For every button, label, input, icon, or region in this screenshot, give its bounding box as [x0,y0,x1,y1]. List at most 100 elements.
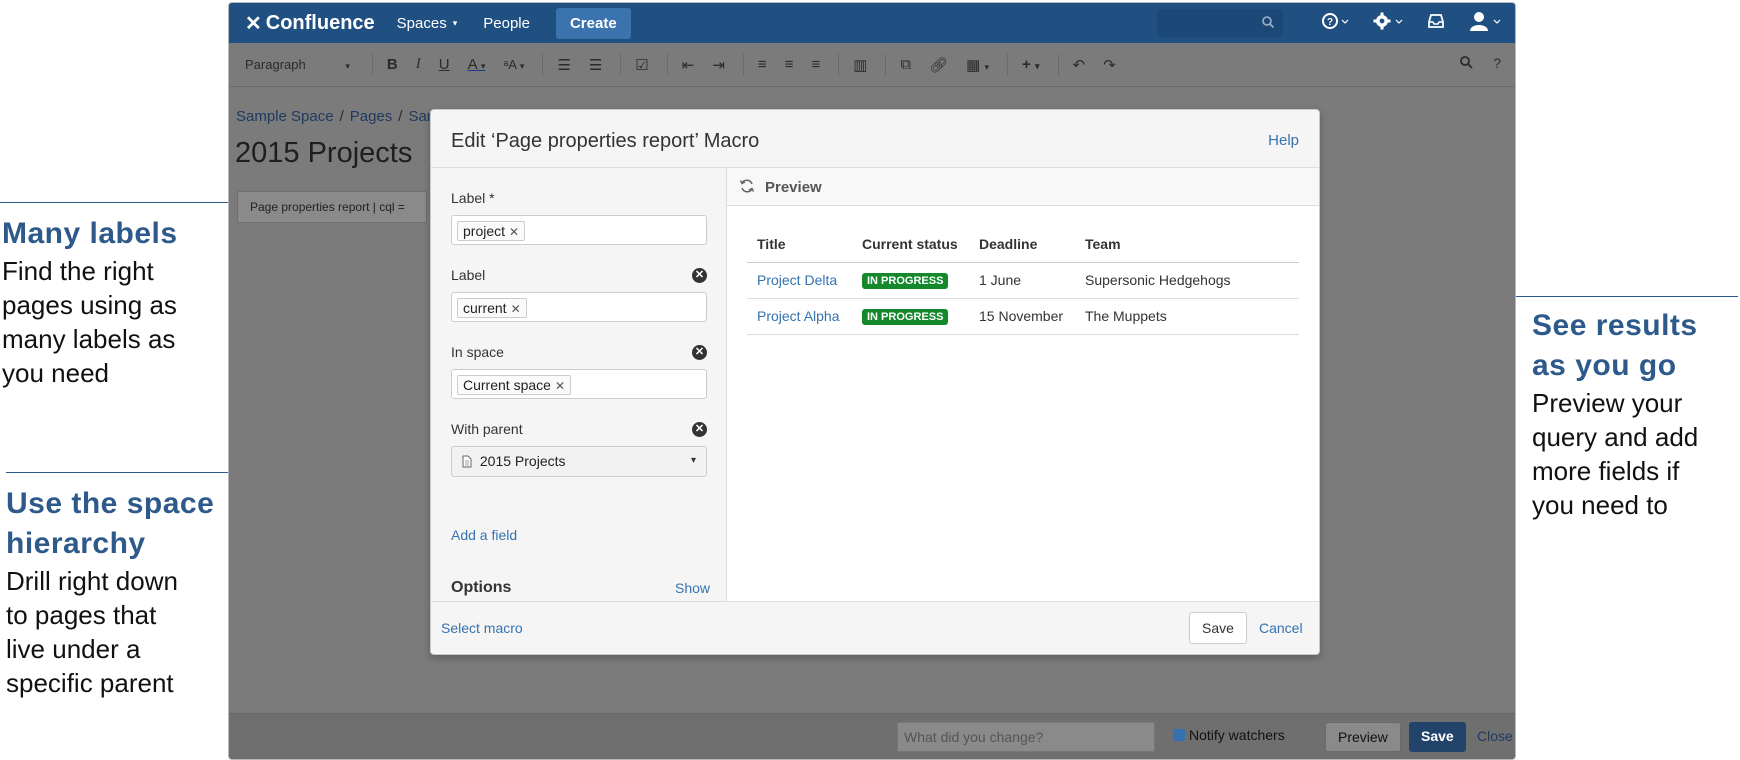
remove-field-icon[interactable]: ✕ [692,268,707,283]
editor-bottom-bar: What did you change? Notify watchers Pre… [229,713,1515,759]
save-page-button[interactable]: Save [1409,722,1466,752]
breadcrumb-item[interactable]: Pages [350,108,393,125]
field-label: In space ✕ [451,344,707,364]
annotation-results-body-2: query and add [1532,422,1699,452]
annotation-hierarchy-body-4: specific parent [6,668,174,698]
text-color-icon[interactable]: A ▾ [468,56,486,73]
nav-spaces[interactable]: Spaces ▾ [397,15,458,32]
breadcrumb-separator: / [339,108,344,125]
field-label: Label * [451,190,495,206]
user-avatar-icon[interactable] [1469,11,1501,36]
annotation-hierarchy-heading-1: Use the space [6,487,215,520]
annotation-labels-body-2: pages using as [2,290,177,320]
svg-text:?: ? [1327,17,1333,28]
annotation-results: See results as you go Preview your query… [1532,306,1698,522]
align-center-icon[interactable]: ≡ [785,56,794,73]
notify-watchers-checkbox[interactable]: Notify watchers [1173,727,1285,743]
link-icon[interactable]: 🔗︎ [929,56,948,74]
search-icon [1261,15,1275,34]
find-replace-icon[interactable] [1459,55,1473,72]
add-field-link[interactable]: Add a field [451,527,517,543]
macro-placeholder[interactable]: Page properties report | cql = [237,191,427,223]
breadcrumb-item[interactable]: Sample Space [236,108,334,125]
annotation-labels: Many labels Find the right pages using a… [2,214,178,390]
gear-icon[interactable] [1373,12,1403,35]
table-row: Project Delta IN PROGRESS 1 June Superso… [747,262,1299,299]
annotation-labels-heading: Many labels [2,217,178,250]
remove-tag-icon[interactable]: ✕ [511,302,521,316]
parent-page-select[interactable]: 2015 Projects ▾ [451,446,707,477]
indent-icon[interactable]: ⇥ [712,56,725,74]
annotation-results-heading-1: See results [1532,309,1698,342]
remove-field-icon[interactable]: ✕ [692,422,707,437]
table-icon[interactable]: ▦ ▾ [966,56,989,74]
help-icon[interactable]: ? [1321,12,1349,35]
label-input[interactable]: project ✕ [451,215,707,245]
search-input[interactable] [1157,9,1283,37]
status-badge: IN PROGRESS [862,273,949,289]
change-comment-input[interactable]: What did you change? [897,722,1155,752]
field-label: Label ✕ [451,267,707,287]
more-formatting-icon[interactable]: ᵃA ▾ [503,57,524,72]
page-layout-icon[interactable]: ▥ [853,56,867,74]
preview-header: Preview [727,168,1319,206]
paragraph-style-select[interactable]: Paragraph ▾ [245,57,350,72]
create-button[interactable]: Create [555,7,631,39]
numbered-list-icon[interactable]: ☰ [589,56,602,74]
preview-button[interactable]: Preview [1325,722,1401,752]
parent-page-value: 2015 Projects [479,453,566,469]
breadcrumb: Sample Space / Pages / Sam [236,108,439,125]
dialog-footer: Select macro Save Cancel [431,601,1319,654]
bullet-list-icon[interactable]: ☰ [557,56,570,74]
table-header-row: Title Current status Deadline Team [747,226,1299,263]
project-link[interactable]: Project Alpha [747,298,852,335]
notify-watchers-label: Notify watchers [1189,727,1285,743]
show-options-link[interactable]: Show [675,580,710,596]
label-input-2[interactable]: current ✕ [451,292,707,322]
redo-icon[interactable]: ↷ [1103,56,1116,74]
refresh-icon[interactable] [739,178,755,199]
toolbar-divider [1007,53,1009,76]
annotation-hierarchy-heading-2: hierarchy [6,527,146,560]
annotation-hierarchy: Use the space hierarchy Drill right down… [6,484,214,700]
space-input[interactable]: Current space ✕ [451,369,707,399]
nav-people-label: People [483,14,530,32]
annotation-labels-body-3: many labels as [2,324,176,354]
align-left-icon[interactable]: ≡ [758,56,767,73]
close-editor-link[interactable]: Close [1477,728,1513,744]
label-tag: current ✕ [457,298,527,318]
options-heading: Options [451,579,512,596]
status-cell: IN PROGRESS [852,298,969,335]
macro-placeholder-text: Page properties report | cql = [250,200,405,214]
field-label-required: Label * project ✕ [451,190,707,245]
top-navigation: ✕ Confluence Spaces ▾ People Create ? [229,3,1515,43]
insert-more-icon[interactable]: + ▾ [1022,56,1039,73]
insert-file-icon[interactable]: ⧉ [900,56,911,73]
select-macro-link[interactable]: Select macro [441,620,523,636]
cancel-link[interactable]: Cancel [1259,620,1303,636]
toolbar-divider [1057,53,1059,76]
remove-field-icon[interactable]: ✕ [692,345,707,360]
keyboard-help-icon[interactable]: ? [1493,55,1501,72]
bold-icon[interactable]: B [387,56,398,73]
save-button[interactable]: Save [1189,612,1247,644]
inbox-icon[interactable] [1427,13,1445,34]
top-icons: ? [1321,3,1501,43]
project-link[interactable]: Project Delta [747,262,852,299]
task-list-icon[interactable]: ☑ [635,56,648,74]
preview-label: Preview [765,179,822,196]
underline-icon[interactable]: U [439,56,450,73]
italic-icon[interactable]: I [416,56,421,73]
remove-tag-icon[interactable]: ✕ [509,225,519,239]
help-link[interactable]: Help [1268,132,1299,149]
deadline-cell: 1 June [969,262,1075,299]
undo-icon[interactable]: ↶ [1073,56,1086,74]
chevron-down-icon: ▾ [345,61,350,71]
remove-tag-icon[interactable]: ✕ [555,379,565,393]
confluence-logo[interactable]: ✕ Confluence [245,11,375,36]
align-right-icon[interactable]: ≡ [811,56,820,73]
toolbar-divider [620,53,622,76]
page-title[interactable]: 2015 Projects [235,137,412,170]
outdent-icon[interactable]: ⇤ [682,56,695,74]
nav-people[interactable]: People [483,15,530,32]
